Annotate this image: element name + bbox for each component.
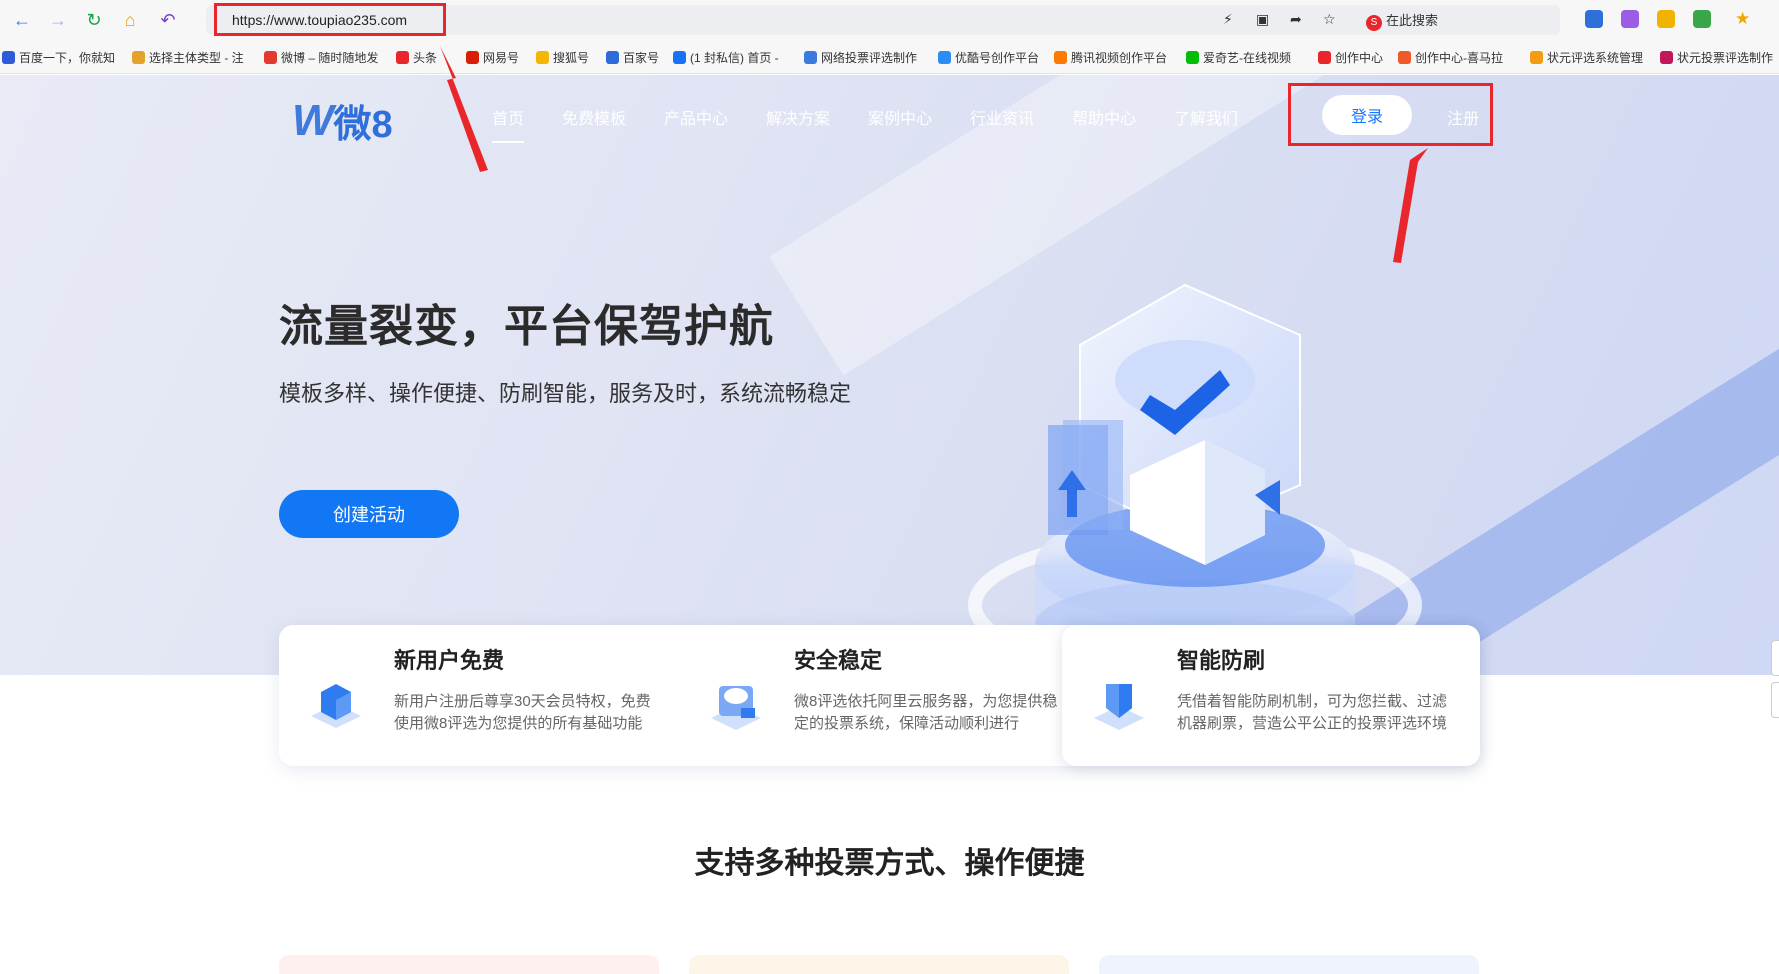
feature-description: 微8评选依托阿里云服务器，为您提供稳定的投票系统，保障活动顺利进行 <box>794 693 1058 732</box>
feature-title: 安全稳定 <box>794 648 883 673</box>
star-bookmark-icon[interactable]: ★ <box>1735 9 1750 29</box>
bookmark-item[interactable]: 选择主体类型 - 注 <box>132 49 244 66</box>
bilibili-icon <box>804 51 817 64</box>
iqiyi-icon <box>1186 51 1199 64</box>
logo-text: 微8 <box>333 104 393 146</box>
sohu-icon <box>536 51 549 64</box>
home-icon[interactable]: ⌂ <box>118 8 142 32</box>
side-floating-tab[interactable] <box>1771 682 1779 718</box>
bookmark-icon <box>132 51 145 64</box>
logo-w-mark: W <box>292 95 333 145</box>
bookmark-item[interactable]: 爱奇艺-在线视频 <box>1186 49 1291 66</box>
extension-icon[interactable]: ▣ <box>1256 11 1269 28</box>
share-icon[interactable]: ➦ <box>1290 11 1302 28</box>
bookmark-item[interactable]: 状元投票评选制作 <box>1660 49 1773 66</box>
bookmark-item[interactable]: 状元评选系统管理 <box>1530 49 1643 66</box>
voting-method-card[interactable] <box>689 955 1069 974</box>
baidu-icon <box>2 51 15 64</box>
hero-banner: W 微8 首页 免费模板 产品中心 解决方案 案例中心 行业资讯 帮助中心 了解… <box>0 75 1779 675</box>
youku-icon <box>938 51 951 64</box>
voting-method-card[interactable] <box>279 955 659 974</box>
nav-solutions[interactable]: 解决方案 <box>766 105 830 129</box>
nav-help[interactable]: 帮助中心 <box>1072 105 1136 129</box>
undo-icon[interactable]: ↶ <box>156 8 180 32</box>
cloud-server-illustration <box>968 283 1422 675</box>
netease-icon <box>466 51 479 64</box>
forward-icon[interactable]: → <box>46 8 70 32</box>
favorite-icon[interactable]: ☆ <box>1323 11 1336 28</box>
nav-about[interactable]: 了解我们 <box>1174 105 1238 129</box>
feature-description: 新用户注册后尊享30天会员特权，免费使用微8评选为您提供的所有基础功能 <box>394 693 651 732</box>
hero-title: 流量裂变，平台保驾护航 <box>279 302 774 351</box>
site-logo[interactable]: W 微8 <box>292 93 393 148</box>
folder-icon[interactable] <box>1657 10 1675 28</box>
create-activity-button[interactable]: 创建活动 <box>279 490 459 538</box>
cube-icon <box>311 684 361 728</box>
search-placeholder: 在此搜索 <box>1386 13 1439 28</box>
bookmark-item[interactable]: 优酷号创作平台 <box>938 49 1039 66</box>
toutiao-icon <box>396 51 409 64</box>
nav-products[interactable]: 产品中心 <box>664 105 728 129</box>
weibo-icon <box>264 51 277 64</box>
bookmark-item[interactable]: 百家号 <box>606 49 659 66</box>
puzzle-icon[interactable] <box>1693 10 1711 28</box>
login-highlight-box <box>1288 83 1493 146</box>
bookmarks-bar: 百度一下，你就知 选择主体类型 - 注 微博 – 随时随地发 头条 网易号 搜狐… <box>0 40 1779 74</box>
bookmark-item[interactable]: 百度一下，你就知 <box>2 49 115 66</box>
tencent-video-icon <box>1054 51 1067 64</box>
feature-card: 智能防刷 凭借着智能防刷机制，可为您拦截、过滤机器刷票，营造公平公正的投票评选环… <box>1062 625 1480 766</box>
lightning-icon[interactable]: ⚡ <box>1223 11 1233 28</box>
search-engine-icon: S <box>1366 15 1382 31</box>
url-highlight-box <box>214 3 446 36</box>
feature-card: 安全稳定 微8评选依托阿里云服务器，为您提供稳定的投票系统，保障活动顺利进行 <box>679 625 1069 766</box>
zhuangyuan-icon <box>1530 51 1543 64</box>
translate-icon[interactable] <box>1585 10 1603 28</box>
nav-templates[interactable]: 免费模板 <box>562 105 626 129</box>
ximalaya-icon <box>1398 51 1411 64</box>
zhihu-icon <box>673 51 686 64</box>
bookmark-item[interactable]: 微博 – 随时随地发 <box>264 49 378 66</box>
cloud-server-icon <box>711 686 761 730</box>
ai-assistant-icon[interactable] <box>1621 10 1639 28</box>
baijia-icon <box>606 51 619 64</box>
feature-title: 新用户免费 <box>394 648 505 673</box>
bookmark-item[interactable]: (1 封私信) 首页 - <box>673 49 779 66</box>
feature-card: 新用户免费 新用户注册后尊享30天会员特权，免费使用微8评选为您提供的所有基础功… <box>279 625 679 766</box>
feature-cards: 新用户免费 新用户注册后尊享30天会员特权，免费使用微8评选为您提供的所有基础功… <box>279 625 1480 766</box>
shield-icon <box>1094 684 1144 730</box>
bookmark-item[interactable]: 网络投票评选制作 <box>804 49 917 66</box>
nav-cases[interactable]: 案例中心 <box>868 105 932 129</box>
bookmark-item[interactable]: 腾讯视频创作平台 <box>1054 49 1167 66</box>
feature-title: 智能防刷 <box>1177 648 1266 673</box>
back-icon[interactable]: ← <box>10 8 34 32</box>
search-engine-box[interactable]: S 在此搜索 <box>1366 10 1438 31</box>
bookmark-item[interactable]: 创作中心-喜马拉 <box>1398 49 1503 66</box>
bookmark-item[interactable]: 搜狐号 <box>536 49 589 66</box>
creator-icon <box>1318 51 1331 64</box>
nav-home[interactable]: 首页 <box>492 105 525 143</box>
nav-industry-news[interactable]: 行业资讯 <box>970 105 1034 129</box>
voting-method-card[interactable] <box>1099 955 1479 974</box>
feature-description: 凭借着智能防刷机制，可为您拦截、过滤机器刷票，营造公平公正的投票评选环境 <box>1177 693 1448 732</box>
bookmark-item[interactable]: 创作中心 <box>1318 49 1383 66</box>
bookmark-item[interactable]: 头条 <box>396 49 437 66</box>
bookmark-item[interactable]: 网易号 <box>466 49 519 66</box>
section-title: 支持多种投票方式、操作便捷 <box>694 847 1085 880</box>
side-floating-tab[interactable] <box>1771 640 1779 676</box>
vote-icon <box>1660 51 1673 64</box>
reload-icon[interactable]: ↻ <box>82 8 106 32</box>
hero-subtitle: 模板多样、操作便捷、防刷智能，服务及时，系统流畅稳定 <box>279 381 852 406</box>
